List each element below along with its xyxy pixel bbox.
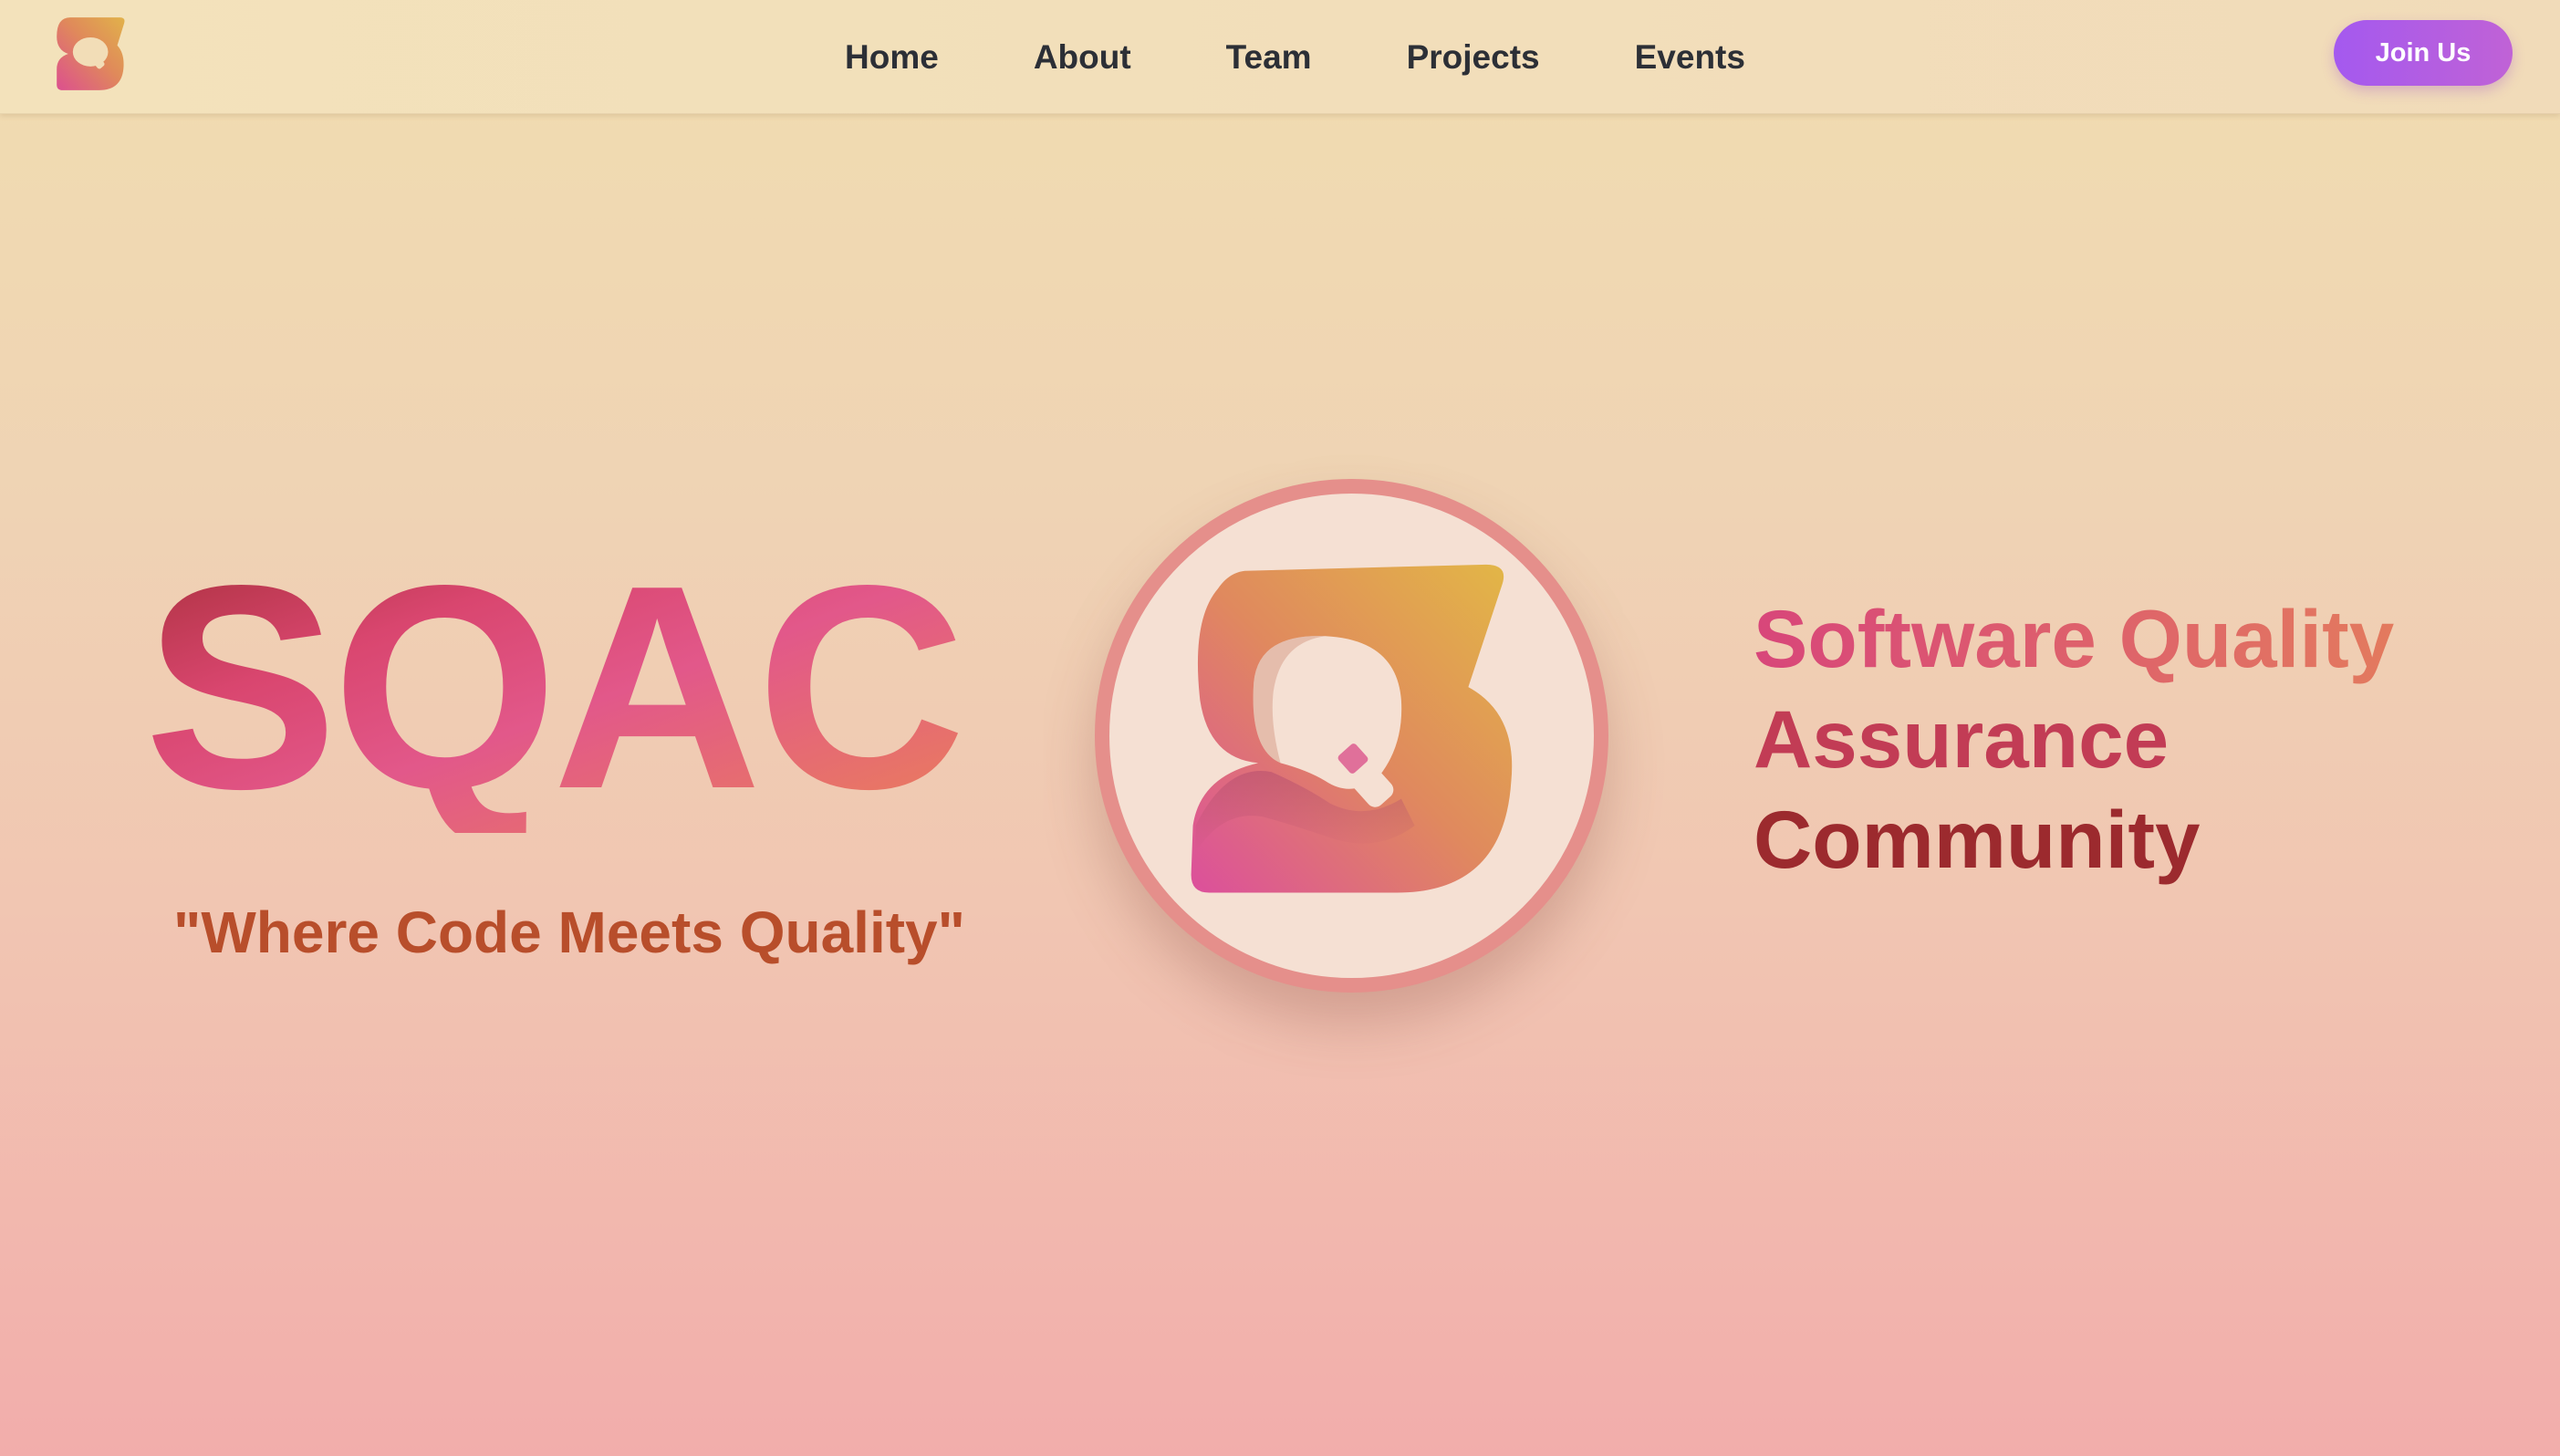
- nav-links: Home About Team Projects Events: [845, 0, 1745, 114]
- hero-title: SQAC: [144, 525, 966, 849]
- nav-link-home[interactable]: Home: [845, 38, 939, 77]
- hero-logo-circle: [1095, 479, 1608, 993]
- subtitle-line-community: Community: [1753, 794, 2201, 885]
- sqac-logo-icon[interactable]: [50, 16, 132, 92]
- subtitle-line-software-quality: Software Quality: [1753, 588, 2394, 689]
- hero-tagline: "Where Code Meets Quality": [173, 900, 965, 965]
- hero-subtitle: Software Quality Assurance Community: [1753, 588, 2394, 889]
- subtitle-line-assurance: Assurance: [1753, 693, 2170, 785]
- nav-link-projects[interactable]: Projects: [1407, 38, 1540, 77]
- join-us-button[interactable]: Join Us: [2334, 20, 2513, 86]
- nav-link-events[interactable]: Events: [1635, 38, 1745, 77]
- nav-link-team[interactable]: Team: [1226, 38, 1312, 77]
- navbar: Home About Team Projects Events Join Us: [0, 0, 2560, 114]
- nav-link-about[interactable]: About: [1034, 38, 1131, 77]
- sqac-logo-icon: [1191, 564, 1513, 893]
